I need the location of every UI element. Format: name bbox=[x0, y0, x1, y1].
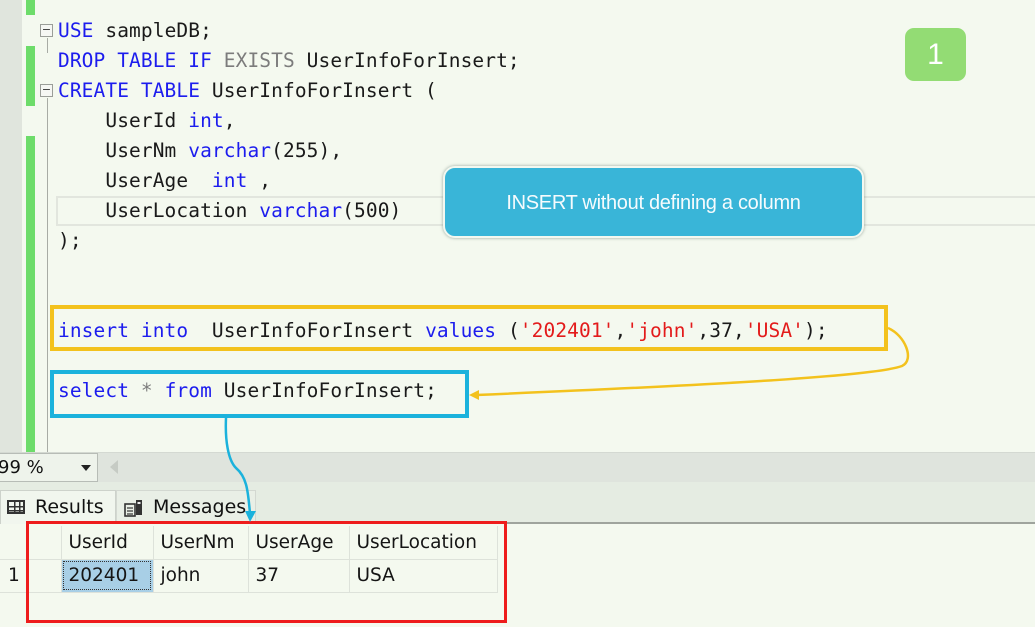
code-token: varchar bbox=[259, 199, 343, 222]
collapse-icon[interactable]: − bbox=[40, 24, 53, 37]
code-token: (500) bbox=[342, 199, 402, 222]
code-line[interactable]: UserAge int , bbox=[58, 166, 271, 196]
tab-results[interactable]: Results bbox=[0, 490, 116, 524]
fold-guide bbox=[47, 258, 48, 452]
zoom-dropdown[interactable]: 99 % bbox=[0, 453, 98, 482]
code-token: sampleDB; bbox=[93, 19, 212, 42]
collapse-icon[interactable]: − bbox=[40, 84, 53, 97]
tab-results-label: Results bbox=[35, 496, 104, 518]
code-token: UserLocation bbox=[58, 199, 260, 222]
messages-icon bbox=[124, 500, 142, 517]
code-line[interactable]: UserNm varchar(255), bbox=[58, 136, 342, 166]
code-line[interactable]: ); bbox=[58, 226, 82, 256]
code-token: int bbox=[188, 109, 224, 132]
code-token: varchar bbox=[188, 139, 272, 162]
code-line[interactable]: CREATE TABLE UserInfoForInsert ( bbox=[58, 76, 437, 106]
insert-statement-highlight bbox=[50, 305, 888, 351]
fold-guide bbox=[47, 38, 48, 53]
code-line[interactable]: UserLocation varchar(500) bbox=[58, 196, 401, 226]
zoom-level: 99 % bbox=[0, 457, 44, 478]
code-token: UserInfoForInsert; bbox=[294, 49, 520, 72]
code-token: DROP TABLE IF bbox=[58, 49, 224, 72]
select-statement-highlight bbox=[50, 370, 469, 418]
grid-icon bbox=[7, 500, 25, 514]
editor-left-margin bbox=[0, 0, 22, 452]
chevron-down-icon bbox=[81, 465, 91, 471]
code-token: EXISTS bbox=[223, 49, 295, 72]
callout-label: INSERT without defining a column bbox=[443, 166, 864, 238]
code-token: (255), bbox=[271, 139, 343, 162]
results-highlight bbox=[26, 521, 507, 623]
change-marker bbox=[26, 46, 35, 106]
code-token: UserNm bbox=[58, 139, 189, 162]
editor-status-bar bbox=[0, 452, 1035, 482]
code-token: , bbox=[223, 109, 236, 132]
step-badge: 1 bbox=[905, 28, 966, 81]
code-token: int bbox=[211, 169, 248, 192]
code-token: UserAge bbox=[58, 169, 212, 192]
scroll-left-icon[interactable] bbox=[110, 460, 118, 474]
change-marker bbox=[26, 0, 35, 15]
change-marker bbox=[26, 136, 35, 452]
code-token: ); bbox=[58, 229, 82, 252]
code-line[interactable]: DROP TABLE IF EXISTS UserInfoForInsert; bbox=[58, 46, 520, 76]
tab-messages[interactable]: Messages bbox=[116, 490, 256, 524]
code-line[interactable]: USE sampleDB; bbox=[58, 16, 212, 46]
code-token: CREATE TABLE bbox=[58, 79, 201, 102]
code-token: UserInfoForInsert ( bbox=[200, 79, 437, 102]
code-line[interactable]: UserId int, bbox=[58, 106, 236, 136]
code-token: , bbox=[247, 169, 272, 192]
fold-guide bbox=[47, 98, 48, 258]
code-token: USE bbox=[58, 19, 94, 42]
tab-messages-label: Messages bbox=[153, 496, 247, 518]
arrowhead-icon bbox=[469, 390, 479, 400]
code-token: UserId bbox=[58, 109, 189, 132]
